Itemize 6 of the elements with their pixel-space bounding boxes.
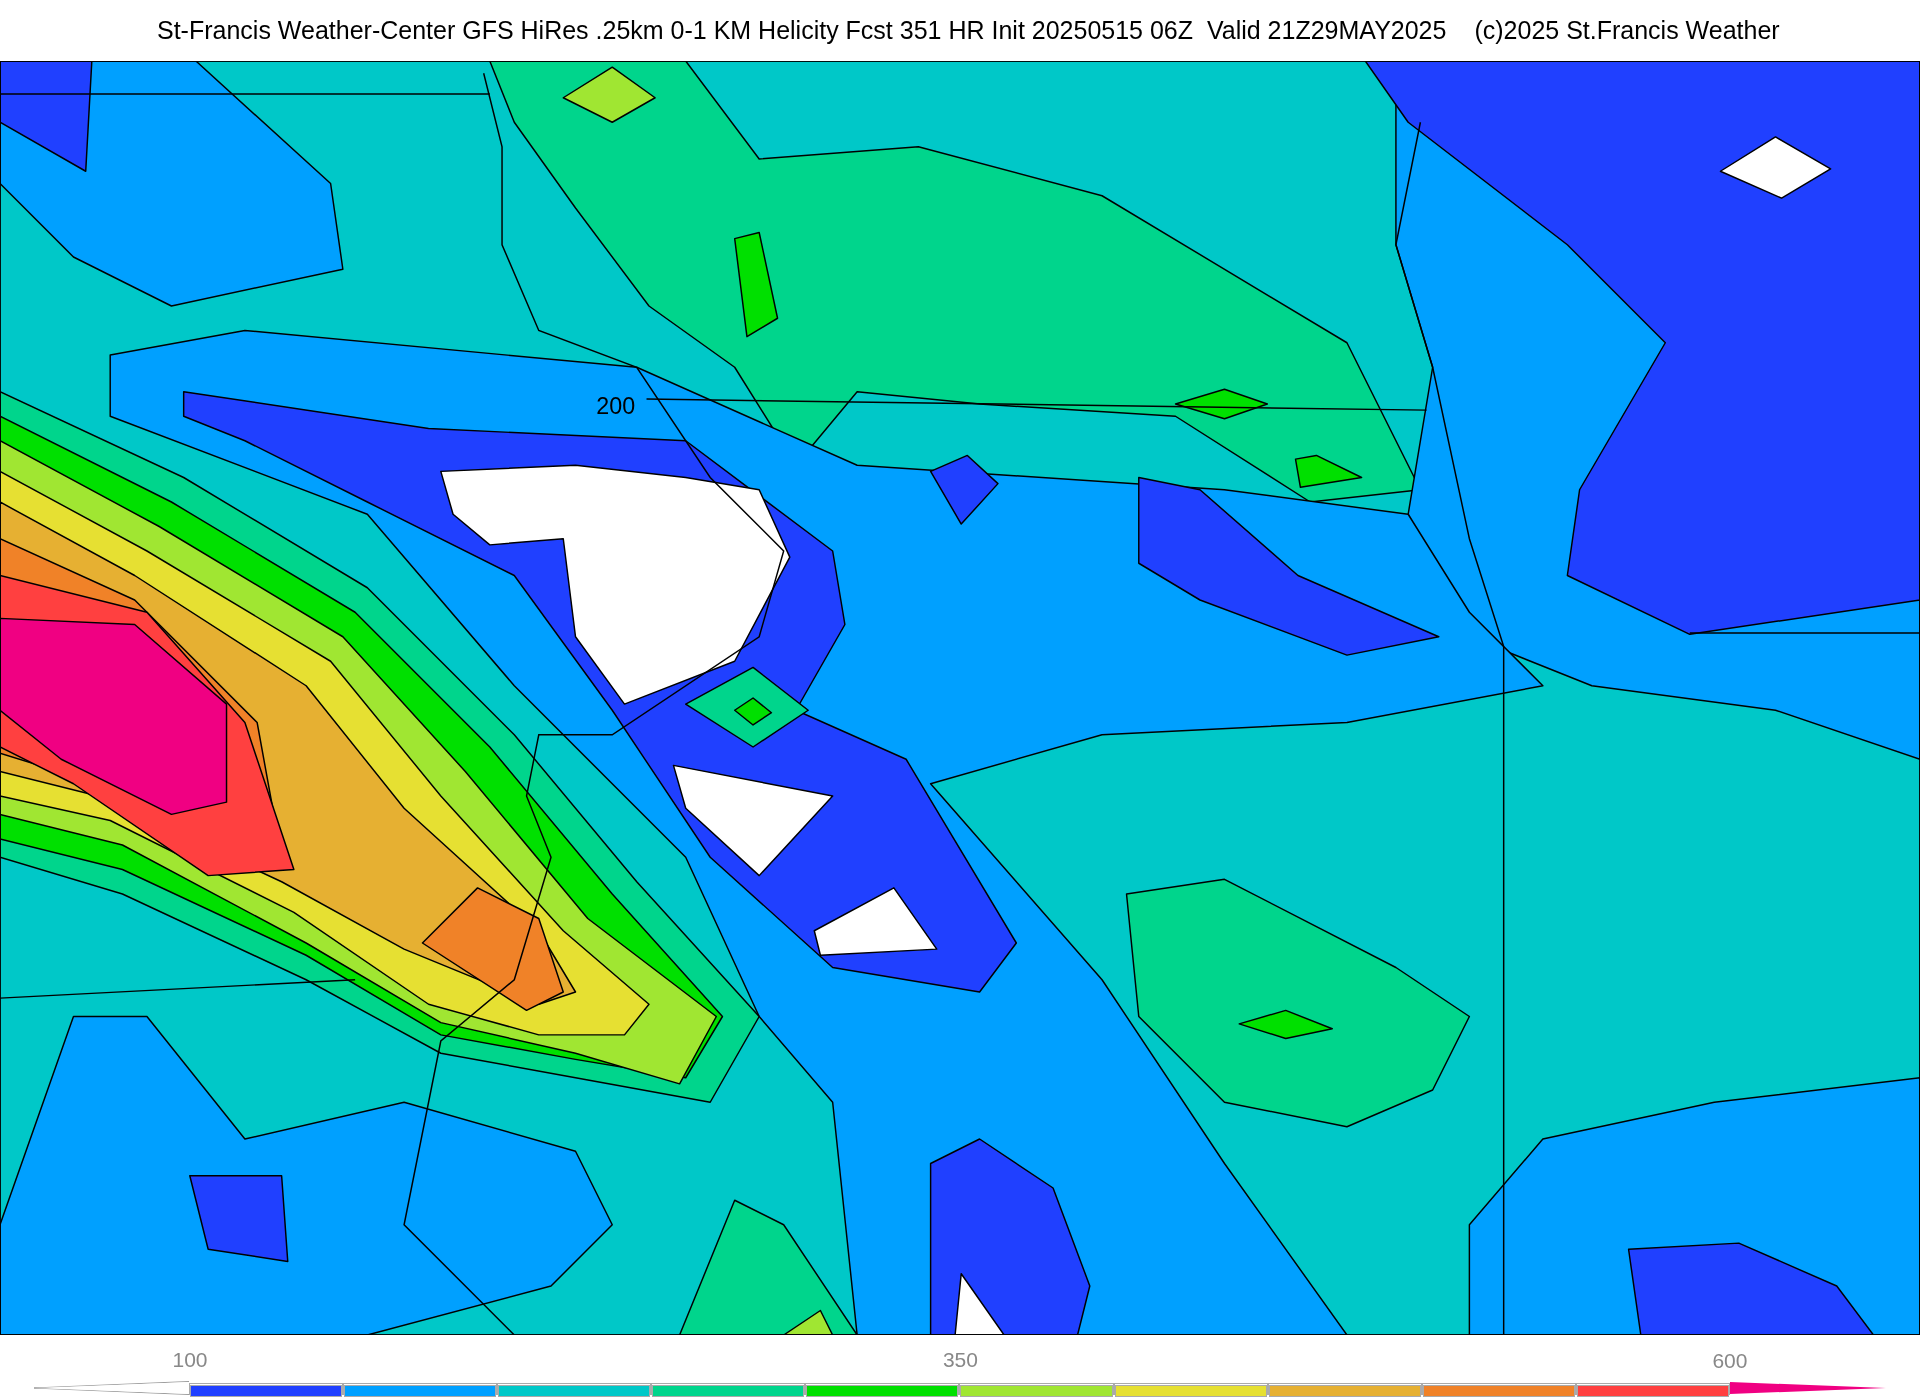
colorbar-label: 600 bbox=[1712, 1350, 1748, 1371]
copyright-text: (c)2025 St.Francis Weather bbox=[1474, 16, 1780, 45]
map-title: St-Francis Weather-Center GFS HiRes .25km 0-1 KM Helicity Fcst 351 HR Init 20250515 06Z Valid 21Z29MAY2025 bbox=[157, 16, 1447, 45]
colorbar-label: 100 bbox=[172, 1349, 208, 1370]
contour-label: 200 bbox=[596, 392, 636, 419]
colorbar-label: 350 bbox=[942, 1349, 978, 1370]
